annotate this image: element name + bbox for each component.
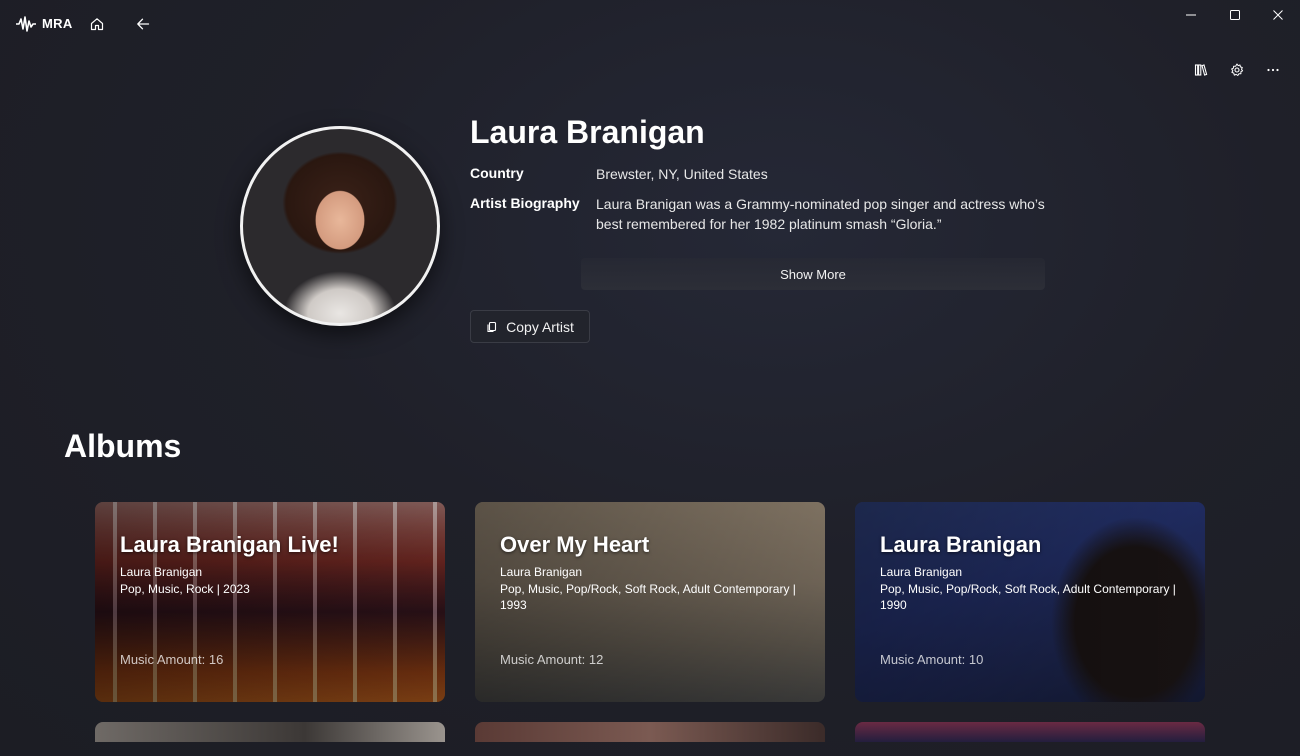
album-title: Over My Heart [500, 532, 650, 557]
album-artist: Laura Branigan [880, 565, 963, 579]
title-bar: MRA [0, 0, 1300, 48]
maximize-icon [1230, 10, 1240, 20]
album-card[interactable]: Laura Branigan Live! Laura Branigan Pop,… [95, 502, 445, 702]
home-icon [90, 18, 104, 31]
album-card[interactable]: Over My Heart Laura Branigan Pop, Music,… [475, 502, 825, 702]
more-options-button[interactable] [1261, 58, 1285, 82]
album-card[interactable]: Laura Branigan Laura Branigan Pop, Music… [855, 502, 1205, 702]
album-music-amount: Music Amount: 16 [120, 652, 224, 667]
album-genres-year: Pop, Music, Pop/Rock, Soft Rock, Adult C… [500, 582, 796, 612]
mra-logo-icon [16, 16, 36, 32]
copy-artist-button[interactable]: Copy Artist [470, 310, 590, 343]
close-button[interactable] [1256, 0, 1300, 30]
maximize-button[interactable] [1213, 0, 1257, 30]
minimize-icon [1186, 14, 1196, 16]
settings-button[interactable] [1225, 58, 1249, 82]
album-card-partial[interactable] [475, 722, 825, 742]
country-label: Country [470, 165, 524, 181]
close-icon [1273, 10, 1283, 20]
biography-text: Laura Branigan was a Grammy-nominated po… [596, 196, 1045, 232]
album-title: Laura Branigan [880, 532, 1042, 557]
album-artist: Laura Branigan [500, 565, 583, 579]
artist-avatar [240, 126, 440, 326]
app-window: MRA Laura Branigan Country Brewster, NY,… [0, 0, 1300, 756]
biography-label: Artist Biography [470, 195, 580, 211]
album-title: Laura Branigan Live! [120, 532, 339, 557]
album-card-partial[interactable] [855, 722, 1205, 742]
app-name: MRA [42, 16, 73, 31]
artist-name: Laura Branigan [470, 114, 705, 150]
show-more-button[interactable]: Show More [581, 258, 1045, 290]
back-button[interactable] [131, 12, 155, 36]
minimize-button[interactable] [1169, 0, 1213, 30]
album-genres-year: Pop, Music, Rock | 2023 [120, 582, 250, 596]
country-value: Brewster, NY, United States [596, 166, 768, 182]
more-dots-icon [1267, 68, 1279, 72]
album-genres-year: Pop, Music, Pop/Rock, Soft Rock, Adult C… [880, 582, 1176, 612]
back-arrow-icon [137, 18, 150, 30]
copy-artist-label: Copy Artist [506, 318, 574, 335]
library-icon [1194, 64, 1208, 76]
album-music-amount: Music Amount: 10 [880, 652, 984, 667]
album-card-partial[interactable] [95, 722, 445, 742]
gear-icon [1231, 63, 1244, 76]
album-music-amount: Music Amount: 12 [500, 652, 604, 667]
album-artist: Laura Branigan [120, 565, 203, 579]
albums-heading: Albums [64, 428, 182, 464]
home-button[interactable] [85, 12, 109, 36]
copy-icon [487, 321, 497, 332]
library-button[interactable] [1189, 58, 1213, 82]
